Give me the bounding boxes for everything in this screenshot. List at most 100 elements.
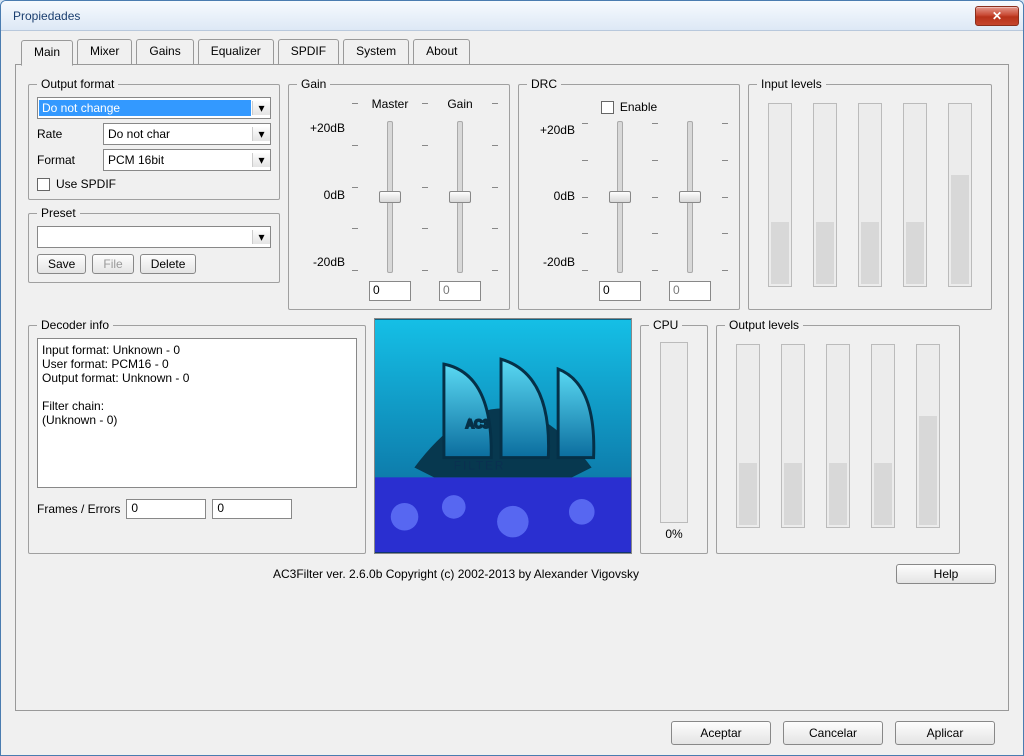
tick-0: 0dB — [527, 189, 575, 203]
drc-tick-labels: +20dB 0dB -20dB — [527, 117, 575, 277]
speakers-combo[interactable]: Do not change ▾ — [37, 97, 271, 119]
chevron-down-icon: ▾ — [252, 153, 270, 167]
frames-readout: 0 — [126, 499, 206, 519]
legend-output-levels: Output levels — [725, 318, 803, 332]
tick-plus20: +20dB — [297, 121, 345, 135]
preset-delete-button[interactable]: Delete — [140, 254, 197, 274]
input-level-meter — [948, 103, 972, 287]
group-gain: Gain +20dB 0dB -20dB Master — [288, 77, 510, 310]
drc-power-input[interactable]: 0 — [599, 281, 641, 301]
preset-value — [38, 236, 252, 238]
tab-mixer[interactable]: Mixer — [77, 39, 132, 65]
legend-output-format: Output format — [37, 77, 118, 91]
gain-master-slider[interactable] — [376, 117, 404, 277]
gain-tick-labels: +20dB 0dB -20dB — [297, 97, 345, 277]
legend-input-levels: Input levels — [757, 77, 826, 91]
tick-0: 0dB — [297, 188, 345, 202]
group-drc: DRC Enable +20dB 0dB -20dB — [518, 77, 740, 310]
slider-thumb-icon — [679, 191, 701, 203]
preset-save-button[interactable]: Save — [37, 254, 86, 274]
drc-enable-checkbox[interactable]: Enable — [527, 97, 731, 117]
output-level-meter — [826, 344, 850, 528]
logo-graphic-icon: AC3 FILTER — [375, 319, 631, 553]
cpu-meter — [660, 342, 688, 523]
drc-power-slider[interactable] — [606, 117, 634, 277]
content-area: Main Mixer Gains Equalizer SPDIF System … — [1, 31, 1023, 755]
format-combo[interactable]: PCM 16bit ▾ — [103, 149, 271, 171]
copyright-text: AC3Filter ver. 2.6.0b Copyright (c) 2002… — [28, 567, 884, 581]
output-level-meter — [781, 344, 805, 528]
tab-spdif[interactable]: SPDIF — [278, 39, 339, 65]
tab-strip: Main Mixer Gains Equalizer SPDIF System … — [15, 39, 1009, 65]
rate-combo[interactable]: Do not char ▾ — [103, 123, 271, 145]
checkbox-box-icon — [601, 101, 614, 114]
group-output-levels: Output levels — [716, 318, 960, 554]
apply-button[interactable]: Aplicar — [895, 721, 995, 745]
decoder-info-text[interactable] — [37, 338, 357, 488]
output-level-meter — [736, 344, 760, 528]
slider-thumb-icon — [609, 191, 631, 203]
group-output-format: Output format Do not change ▾ Rate Do no… — [28, 77, 280, 200]
slider-thumb-icon — [449, 191, 471, 203]
ac3filter-logo: AC3 FILTER — [374, 318, 632, 554]
rate-value: Do not char — [104, 126, 252, 142]
close-icon: ✕ — [992, 9, 1002, 23]
input-level-meter — [903, 103, 927, 287]
format-label: Format — [37, 153, 97, 167]
use-spdif-checkbox[interactable]: Use SPDIF — [37, 177, 271, 191]
errors-readout: 0 — [212, 499, 292, 519]
group-preset: Preset ▾ Save File Delete — [28, 206, 280, 283]
input-level-meter — [858, 103, 882, 287]
frames-errors-label: Frames / Errors — [37, 502, 120, 516]
gain-gain-label: Gain — [447, 97, 472, 117]
close-button[interactable]: ✕ — [975, 6, 1019, 26]
group-cpu: CPU 0% — [640, 318, 708, 554]
tab-main[interactable]: Main — [21, 40, 73, 66]
chevron-down-icon: ▾ — [252, 230, 270, 244]
tab-gains[interactable]: Gains — [136, 39, 193, 65]
drc-level-slider[interactable] — [676, 117, 704, 277]
slider-thumb-icon — [379, 191, 401, 203]
rate-label: Rate — [37, 127, 97, 141]
preset-file-button[interactable]: File — [92, 254, 133, 274]
legend-drc: DRC — [527, 77, 561, 91]
cancel-button[interactable]: Cancelar — [783, 721, 883, 745]
legend-decoder: Decoder info — [37, 318, 113, 332]
titlebar: Propiedades ✕ — [1, 1, 1023, 31]
checkbox-box-icon — [37, 178, 50, 191]
format-value: PCM 16bit — [104, 152, 252, 168]
chevron-down-icon: ▾ — [252, 127, 270, 141]
help-button[interactable]: Help — [896, 564, 996, 584]
input-level-meter — [813, 103, 837, 287]
dialog-buttons: Aceptar Cancelar Aplicar — [15, 711, 1009, 745]
input-level-meter — [768, 103, 792, 287]
chevron-down-icon: ▾ — [252, 101, 270, 115]
legend-gain: Gain — [297, 77, 330, 91]
svg-text:FILTER: FILTER — [454, 458, 506, 472]
preset-combo[interactable]: ▾ — [37, 226, 271, 248]
properties-window: Propiedades ✕ Main Mixer Gains Equalizer… — [0, 0, 1024, 756]
tab-about[interactable]: About — [413, 39, 470, 65]
group-decoder-info: Decoder info Frames / Errors 0 0 — [28, 318, 366, 554]
gain-gain-readout: 0 — [439, 281, 481, 301]
window-title: Propiedades — [13, 9, 975, 23]
tab-system[interactable]: System — [343, 39, 409, 65]
legend-preset: Preset — [37, 206, 80, 220]
drc-enable-label: Enable — [620, 100, 657, 114]
ok-button[interactable]: Aceptar — [671, 721, 771, 745]
tab-page-main: Output format Do not change ▾ Rate Do no… — [15, 64, 1009, 711]
speakers-value: Do not change — [39, 100, 251, 116]
output-level-meter — [916, 344, 940, 528]
drc-level-readout: 0 — [669, 281, 711, 301]
gain-gain-slider[interactable] — [446, 117, 474, 277]
legend-cpu: CPU — [649, 318, 682, 332]
output-level-meter — [871, 344, 895, 528]
svg-text:AC3: AC3 — [466, 417, 490, 431]
tick-plus20: +20dB — [527, 123, 575, 137]
tab-equalizer[interactable]: Equalizer — [198, 39, 274, 65]
group-input-levels: Input levels — [748, 77, 992, 310]
tick-minus20: -20dB — [527, 255, 575, 269]
tick-minus20: -20dB — [297, 255, 345, 269]
gain-master-label: Master — [372, 97, 409, 117]
gain-master-input[interactable]: 0 — [369, 281, 411, 301]
